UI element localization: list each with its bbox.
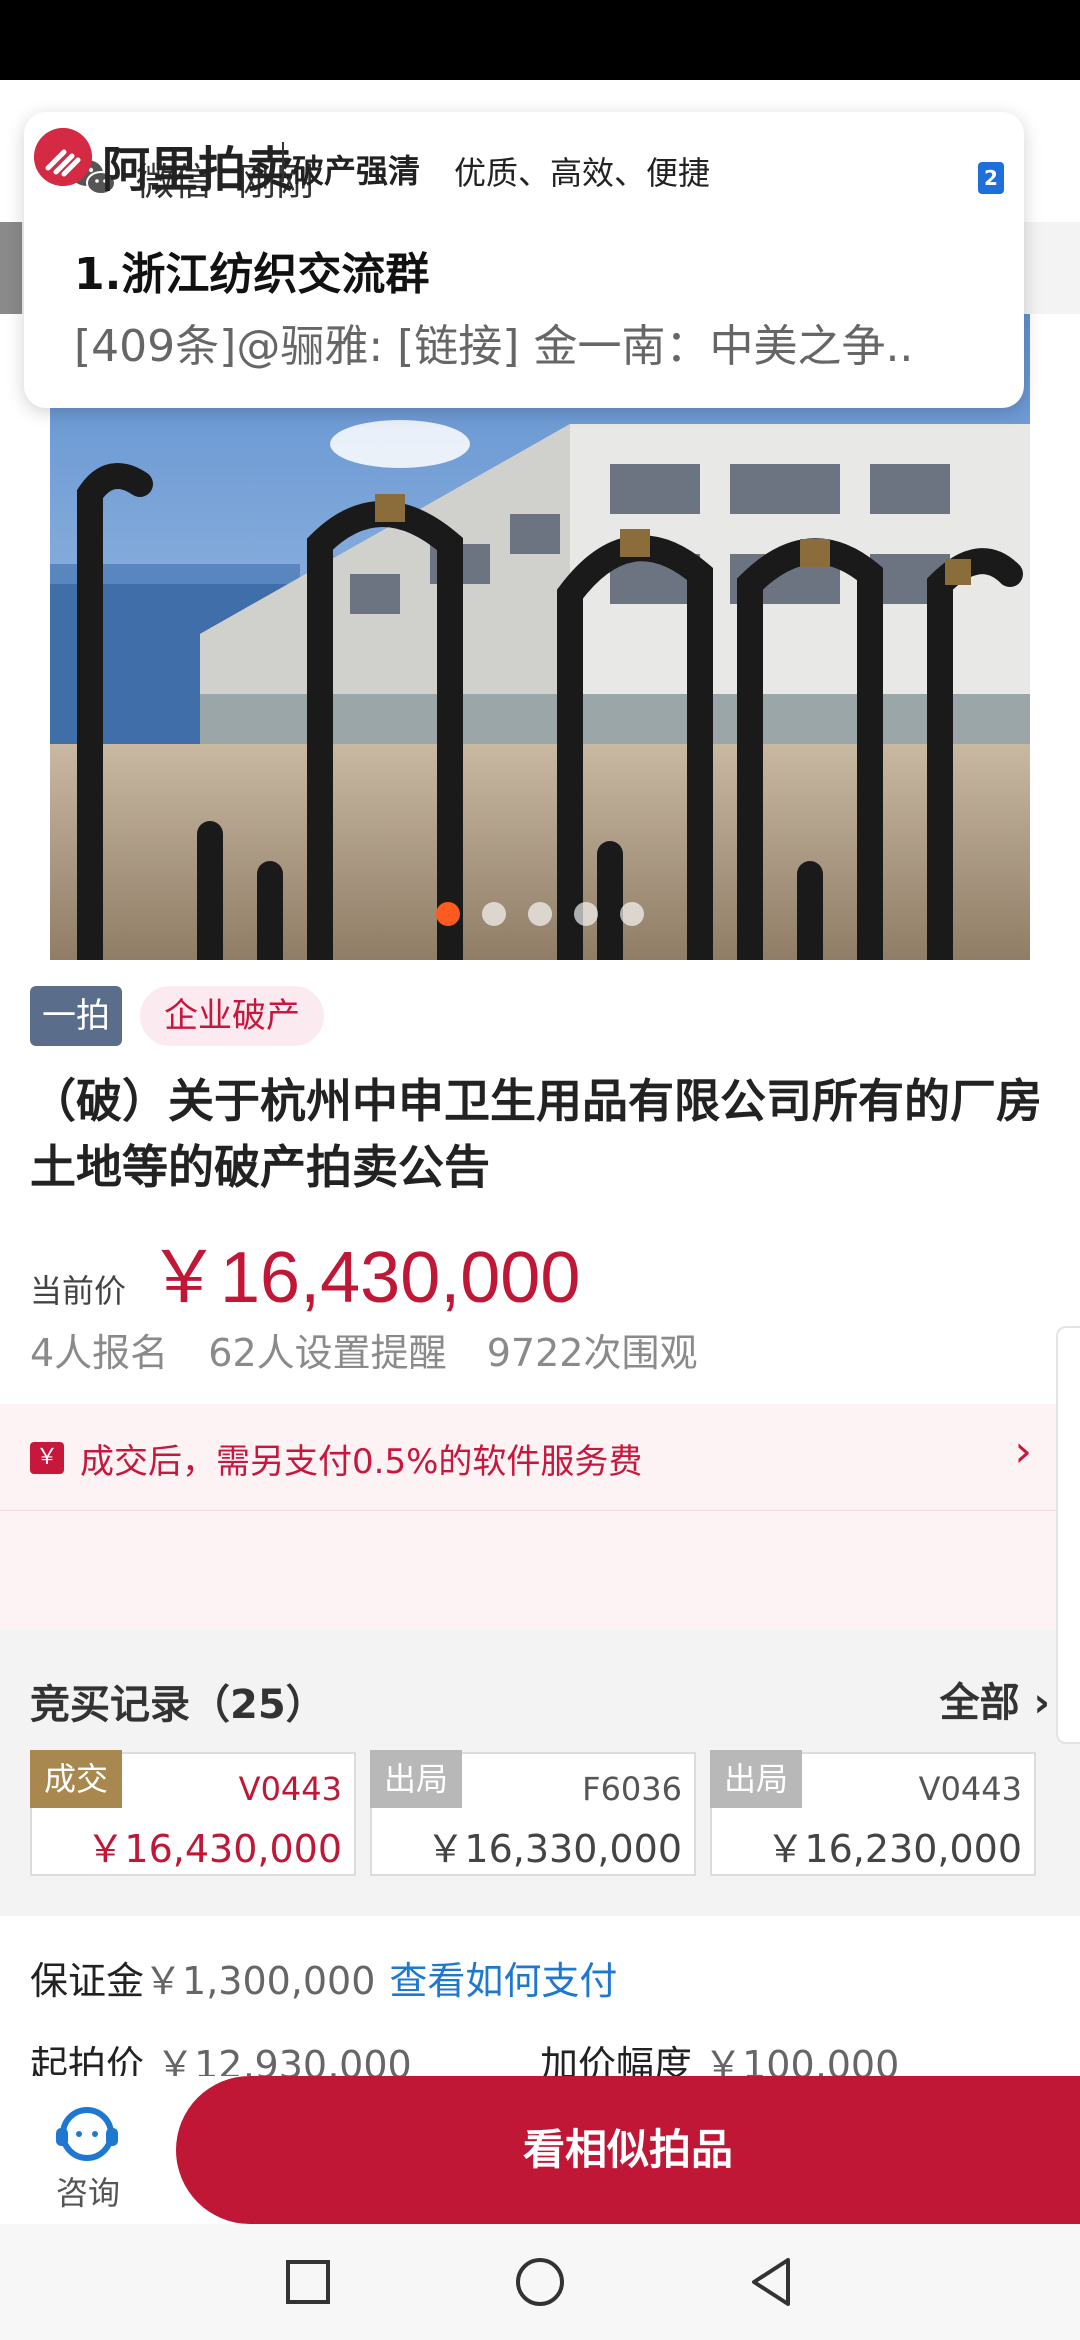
current-price-row: 当前价 ￥16,430,000	[30, 1218, 580, 1323]
customer-service-icon[interactable]	[52, 2104, 122, 2166]
current-price-value: ￥16,430,000	[148, 1238, 581, 1318]
notification-title: 1.浙江纺织交流群	[74, 249, 430, 300]
ali-auction-logo-icon	[34, 128, 92, 186]
gallery-dot[interactable]	[574, 902, 598, 926]
bid-records-all-label: 全部	[939, 1680, 1020, 1726]
listing-stats: 4人报名 62人设置提醒 9722次围观	[30, 1322, 725, 1377]
listing-title: （破）关于杭州中申卫生用品有限公司所有的厂房土地等的破产拍卖公告	[30, 1074, 1042, 1194]
bidder-code: F6036	[582, 1770, 682, 1808]
status-bar	[0, 0, 1080, 80]
auction-round-tag: 一拍	[30, 986, 122, 1046]
reminders-count: 62人设置提醒	[208, 1331, 447, 1375]
gallery-dot[interactable]	[620, 902, 644, 926]
fee-and-brand-panel: ￥ 成交后，需另支付0.5%的软件服务费 ›	[0, 1404, 1080, 1630]
bidder-code: V0443	[238, 1770, 342, 1808]
chevron-right-icon: ›	[1014, 1426, 1032, 1477]
current-price-label: 当前价	[30, 1272, 127, 1310]
registrants-count: 4人报名	[30, 1331, 169, 1375]
service-fee-notice[interactable]: ￥ 成交后，需另支付0.5%的软件服务费 ›	[0, 1404, 1080, 1511]
bid-status-badge: 出局	[710, 1750, 803, 1808]
back-area[interactable]	[0, 222, 22, 314]
back-icon[interactable]	[742, 2252, 802, 2312]
how-to-pay-link[interactable]: 查看如何支付	[389, 1959, 617, 2003]
service-fee-text: 成交后，需另支付0.5%的软件服务费	[80, 1442, 643, 1482]
bid-record-card[interactable]: 出局 V0443 ￥16,230,000	[710, 1750, 1036, 1876]
views-count: 9722次围观	[486, 1331, 698, 1375]
bid-record-list: 成交 V0443 ￥16,430,000 出局 F6036 ￥16,330,00…	[30, 1750, 1036, 1876]
listing-tags: 一拍 企业破产	[30, 986, 324, 1046]
notification-body: [409条]@骊雅: [链接] 金一南：中美之争..	[74, 321, 914, 372]
bid-price: ￥16,330,000	[426, 1827, 682, 1871]
bidder-code: V0443	[918, 1770, 1022, 1808]
system-navigation-bar	[0, 2224, 1080, 2340]
similar-items-button[interactable]: 看相似拍品	[176, 2076, 1080, 2224]
notification-count-badge: 2	[978, 162, 1004, 194]
bid-status-badge: 出局	[370, 1750, 463, 1808]
recent-apps-icon[interactable]	[278, 2252, 338, 2312]
side-drawer-handle[interactable]	[1056, 1326, 1080, 1744]
chevron-right-icon: ›	[1033, 1680, 1050, 1726]
gallery-pagination	[50, 902, 1030, 926]
gallery-dot[interactable]	[528, 902, 552, 926]
bid-price: ￥16,430,000	[86, 1827, 342, 1871]
bid-records-section: 竞买记录（25） 全部 › 成交 V0443 ￥16,430,000 出局 F6…	[0, 1630, 1080, 1916]
deposit-row: 保证金￥1,300,000 查看如何支付	[30, 1950, 617, 2005]
bid-records-title: 竞买记录（25）	[30, 1682, 326, 1728]
category-tag: 企业破产	[140, 986, 324, 1046]
brand-name: 阿里拍卖	[102, 142, 295, 198]
bid-records-all-link[interactable]: 全部 ›	[940, 1670, 1050, 1728]
fee-icon: ￥	[30, 1442, 64, 1474]
consult-label[interactable]: 咨询	[56, 2168, 120, 2214]
bottom-action-bar: 咨询 看相似拍品	[0, 2076, 1080, 2224]
brand-divider	[282, 142, 284, 182]
brand-slogan: 优质、高效、便捷	[454, 154, 711, 192]
bid-price: ￥16,230,000	[766, 1827, 1022, 1871]
deposit-value: ￥1,300,000	[144, 1959, 376, 2003]
gallery-dot-active[interactable]	[436, 902, 460, 926]
deposit-label: 保证金	[30, 1959, 145, 2003]
brand-slogan-bold: 破产强清	[292, 152, 421, 190]
bid-record-card[interactable]: 出局 F6036 ￥16,330,000	[370, 1750, 696, 1876]
listing-photo[interactable]	[50, 314, 1030, 960]
home-icon[interactable]	[510, 2252, 570, 2312]
factory-photo-illustration	[50, 314, 1030, 960]
bid-record-card[interactable]: 成交 V0443 ￥16,430,000	[30, 1750, 356, 1876]
gallery-dot[interactable]	[482, 902, 506, 926]
bid-status-badge: 成交	[30, 1750, 123, 1808]
